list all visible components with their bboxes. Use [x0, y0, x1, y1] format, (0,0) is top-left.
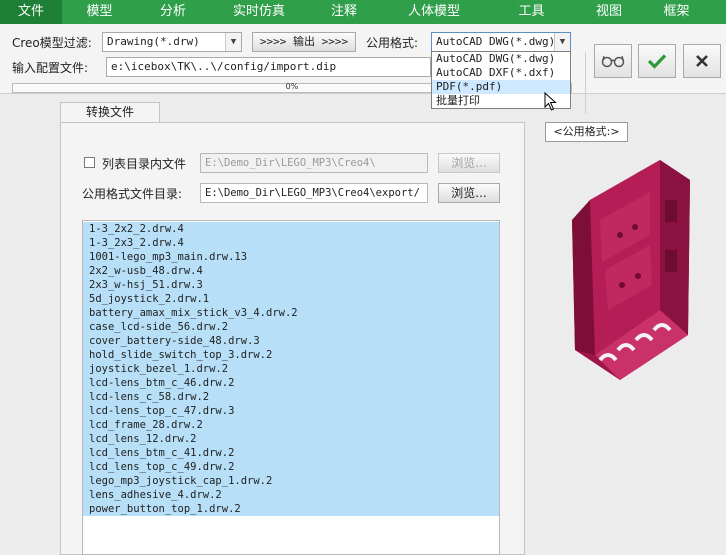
model-filter-select[interactable]: Drawing(*.drw) ▼: [102, 32, 242, 52]
list-item[interactable]: case_lcd-side_56.drw.2: [83, 320, 499, 334]
preview-button[interactable]: [594, 44, 632, 78]
list-item[interactable]: lcd_lens_top_c_49.drw.2: [83, 460, 499, 474]
list-item[interactable]: 1-3_2x2_2.drw.4: [83, 222, 499, 236]
tab-annotate[interactable]: 注释: [309, 0, 379, 24]
list-item[interactable]: hold_slide_switch_top_3.drw.2: [83, 348, 499, 362]
format-value: AutoCAD DWG(*.dwg): [436, 35, 556, 48]
config-file-field[interactable]: e:\icebox\TK\..\/config/import.dip: [106, 57, 431, 77]
list-item[interactable]: 5d_joystick_2.drw.1: [83, 292, 499, 306]
list-item[interactable]: lcd-lens_c_58.drw.2: [83, 390, 499, 404]
tab-analysis[interactable]: 分析: [137, 0, 209, 24]
list-item[interactable]: lego_mp3_joystick_cap_1.drw.2: [83, 474, 499, 488]
divider: [585, 52, 586, 114]
tab-view[interactable]: 视图: [574, 0, 644, 24]
list-item[interactable]: lcd-lens_btm_c_46.drw.2: [83, 376, 499, 390]
tab-framework[interactable]: 框架: [644, 0, 709, 24]
config-file-value: e:\icebox\TK\..\/config/import.dip: [111, 60, 337, 73]
output-dir-path-field[interactable]: E:\Demo_Dir\LEGO_MP3\Creo4\export/: [200, 183, 428, 203]
cancel-button[interactable]: [683, 44, 721, 78]
file-list[interactable]: 1-3_2x2_2.drw.4 1-3_2x3_2.drw.4 1001-leg…: [82, 220, 500, 555]
chevron-down-icon[interactable]: ▼: [225, 33, 241, 51]
list-item[interactable]: 2x2_w-usb_48.drw.4: [83, 264, 499, 278]
tab-tools[interactable]: 工具: [489, 0, 574, 24]
checkmark-icon: [647, 54, 667, 69]
ribbon-tabs: 文件 模型 分析 实时仿真 注释 人体模型 工具 视图 框架: [0, 0, 726, 24]
list-item[interactable]: battery_amax_mix_stick_v3_4.drw.2: [83, 306, 499, 320]
tab-human-model[interactable]: 人体模型: [379, 0, 489, 24]
format-label: 公用格式:: [366, 36, 419, 50]
list-item[interactable]: 2x3_w-hsj_51.drw.3: [83, 278, 499, 292]
chevron-down-icon[interactable]: ▼: [554, 33, 570, 51]
list-item[interactable]: 1-3_2x3_2.drw.4: [83, 236, 499, 250]
model-filter-value: Drawing(*.drw): [107, 35, 200, 48]
list-dir-path-field[interactable]: E:\Demo_Dir\LEGO_MP3\Creo4\: [200, 153, 428, 173]
format-tooltip: <公用格式:>: [545, 122, 628, 142]
list-item[interactable]: lcd_frame_28.drw.2: [83, 418, 499, 432]
config-label: 输入配置文件:: [12, 61, 89, 75]
tab-convert-files[interactable]: 转换文件: [60, 102, 160, 122]
list-item[interactable]: 1001-lego_mp3_main.drw.13: [83, 250, 499, 264]
glasses-icon: [601, 55, 625, 68]
filter-label: Creo模型过滤:: [12, 36, 92, 50]
format-option-dwg[interactable]: AutoCAD DWG(*.dwg): [432, 52, 570, 66]
tab-file[interactable]: 文件: [0, 0, 62, 24]
tab-model[interactable]: 模型: [62, 0, 137, 24]
cursor-icon: [544, 92, 557, 111]
list-item[interactable]: power_button_top_1.drw.2: [83, 502, 499, 516]
list-item[interactable]: lens_adhesive_4.drw.2: [83, 488, 499, 502]
output-dir-label: 公用格式文件目录:: [82, 187, 183, 201]
format-option-dxf[interactable]: AutoCAD DXF(*.dxf): [432, 66, 570, 80]
list-item[interactable]: lcd-lens_top_c_47.drw.3: [83, 404, 499, 418]
confirm-button[interactable]: [638, 44, 676, 78]
close-icon: [696, 55, 708, 67]
list-dir-checkbox[interactable]: [84, 157, 95, 168]
output-button[interactable]: >>>> 输出 >>>>: [252, 32, 356, 52]
list-item[interactable]: joystick_bezel_1.drw.2: [83, 362, 499, 376]
output-dir-browse-button[interactable]: 浏览...: [438, 183, 500, 203]
list-dir-label: 列表目录内文件: [102, 157, 187, 171]
list-item[interactable]: lcd_lens_12.drw.2: [83, 432, 499, 446]
tab-realtime-simulation[interactable]: 实时仿真: [209, 0, 309, 24]
list-item[interactable]: cover_battery-side_48.drw.3: [83, 334, 499, 348]
format-select[interactable]: AutoCAD DWG(*.dwg) ▼: [431, 32, 571, 52]
model-preview: [572, 160, 690, 380]
list-dir-browse-button[interactable]: 浏览...: [438, 153, 500, 173]
list-item[interactable]: lcd_lens_btm_c_41.drw.2: [83, 446, 499, 460]
